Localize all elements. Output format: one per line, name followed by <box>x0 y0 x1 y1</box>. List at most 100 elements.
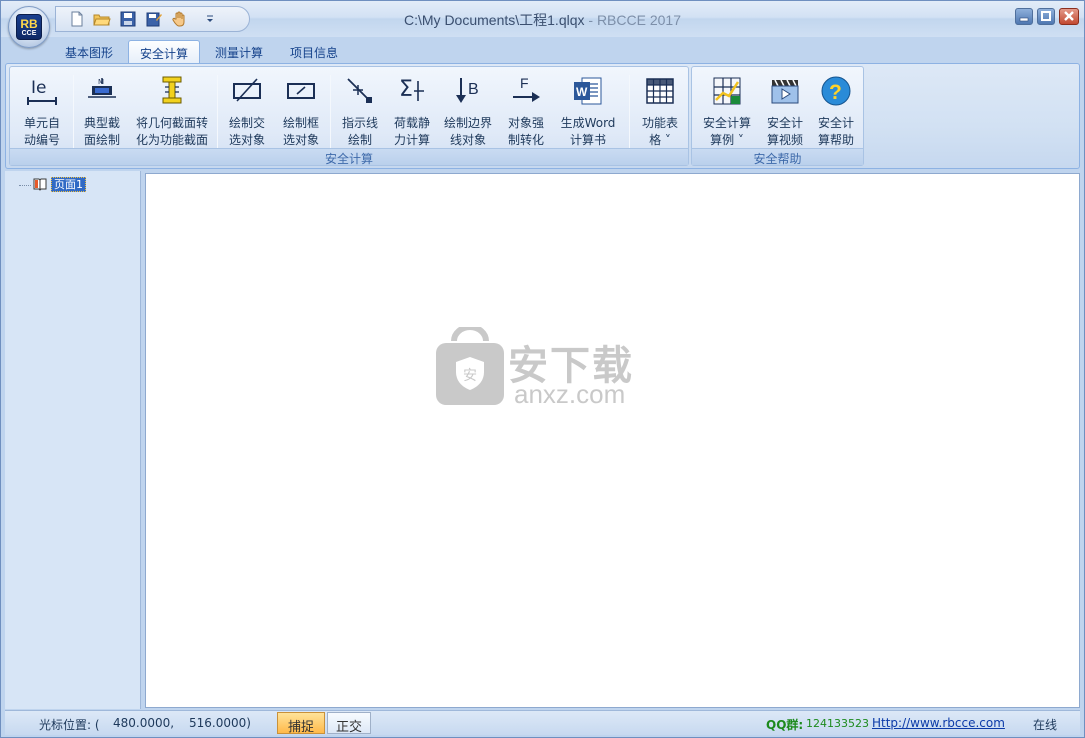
title-bar: C:\My Documents\工程1.qlqx - RBCCE 2017 <box>1 1 1084 37</box>
box-select-label-1: 绘制框 <box>282 116 319 130</box>
maximize-button[interactable] <box>1037 8 1055 25</box>
leader-line-label-2: 绘制 <box>347 133 372 147</box>
calc-examples-label-2: 算例 ˅ <box>710 133 744 147</box>
application-menu-button[interactable]: RB CCE <box>8 6 50 48</box>
box-select-label-2: 选对象 <box>282 133 319 147</box>
watermark: 安 安下载 anxz.com <box>434 327 674 417</box>
close-icon <box>1064 11 1074 21</box>
video-icon <box>771 79 799 104</box>
cursor-position-label: 光标位置: ( <box>39 718 100 732</box>
tab-survey-calc[interactable]: 测量计算 <box>203 40 275 64</box>
ribbon-group-label-safety-calc: 安全计算 <box>10 148 688 166</box>
cross-select-icon <box>233 78 261 102</box>
app-window: C:\My Documents\工程1.qlqx - RBCCE 2017 RB… <box>0 0 1085 738</box>
tab-project-info[interactable]: 项目信息 <box>278 40 350 64</box>
function-table-label-2: 格 ˅ <box>649 133 671 147</box>
tree-item-label[interactable]: 页面1 <box>51 177 86 192</box>
calc-video-label-1: 安全计 <box>766 116 803 130</box>
typical-section-button[interactable]: M 典型截 面绘制 <box>74 71 130 149</box>
force-convert-label-2: 制转化 <box>507 133 544 147</box>
app-logo-line2: CCE <box>21 30 37 37</box>
tab-safety-calc[interactable]: 安全计算 <box>128 40 200 64</box>
typical-section-label-1: 典型截 <box>83 116 120 130</box>
calc-video-label-2: 算视频 <box>766 133 803 147</box>
tree-connector-line <box>19 185 31 186</box>
generate-word-button[interactable]: W 生成Word 计算书 <box>555 71 621 149</box>
boundary-line-button[interactable]: B 绘制边界 线对象 <box>437 71 499 149</box>
snap-toggle-button[interactable]: 捕捉 <box>277 712 325 735</box>
typical-section-icon: M <box>88 78 116 98</box>
page-tree-pane: 页面1 <box>5 171 141 709</box>
ortho-toggle-button[interactable]: 正交 <box>327 712 371 735</box>
load-static-button[interactable]: Σ 荷载静 力计算 <box>387 71 437 149</box>
force-convert-icon: F <box>513 75 540 102</box>
status-bar: 光标位置: ( 480.0000, 516.0000) 捕捉 正交 QQ群: 1… <box>5 710 1080 735</box>
leader-line-icon <box>347 78 372 103</box>
qq-group-number: 124133523 <box>806 717 869 730</box>
box-select-button[interactable]: 绘制框 选对象 <box>274 71 328 149</box>
generate-word-label-2: 计算书 <box>569 133 606 147</box>
ribbon-group-safety-calc: Ie 单元自 动编号 M 典型截 面绘制 将几何截面转 化为功能截面 绘制交 选… <box>9 66 689 166</box>
window-title-app: - RBCCE 2017 <box>584 12 681 28</box>
ribbon-separator <box>629 75 630 149</box>
cross-select-button[interactable]: 绘制交 选对象 <box>220 71 274 149</box>
help-icon: ? <box>821 76 851 106</box>
function-table-button[interactable]: 功能表 格 ˅ <box>632 71 688 149</box>
svg-text:W: W <box>576 85 588 99</box>
example-chart-icon <box>713 77 741 105</box>
ribbon-group-safety-help: 安全计算 算例 ˅ 安全计 算视频 ? 安全计 算帮助 安全帮助 <box>691 66 864 166</box>
calc-examples-button[interactable]: 安全计算 算例 ˅ <box>694 71 760 149</box>
online-status: 在线 <box>1033 718 1058 732</box>
convert-section-label-1: 将几何截面转 <box>135 116 208 130</box>
svg-text:F: F <box>520 75 529 91</box>
drawing-canvas[interactable]: 安 安下载 anxz.com <box>145 173 1080 708</box>
minimize-icon <box>1019 17 1029 22</box>
svg-text:Ie: Ie <box>31 78 46 98</box>
svg-text:?: ? <box>829 81 842 104</box>
calc-examples-label-1: 安全计算 <box>702 116 751 130</box>
shield-bag-icon: 安 <box>436 327 504 405</box>
ribbon-separator <box>330 75 331 149</box>
element-numbering-icon: Ie <box>27 78 57 105</box>
convert-section-label-2: 化为功能截面 <box>135 133 208 147</box>
table-grid-icon <box>646 78 674 104</box>
app-logo-line1: RB <box>20 17 38 31</box>
word-icon: W <box>574 77 602 105</box>
boundary-line-label-1: 绘制边界 <box>443 116 492 130</box>
box-select-icon <box>287 83 315 99</box>
svg-text:B: B <box>468 81 479 98</box>
calc-help-button[interactable]: ? 安全计 算帮助 <box>810 71 862 149</box>
ribbon-group-label-safety-help: 安全帮助 <box>692 148 863 166</box>
calc-help-label-2: 算帮助 <box>817 133 854 147</box>
svg-text:M: M <box>98 78 104 86</box>
cursor-x-value: 480.0000, <box>113 716 175 730</box>
convert-section-button[interactable]: 将几何截面转 化为功能截面 <box>130 71 214 149</box>
ribbon-separator <box>217 75 218 149</box>
minimize-button[interactable] <box>1015 8 1033 25</box>
calc-video-button[interactable]: 安全计 算视频 <box>760 71 810 149</box>
app-logo: RB CCE <box>16 14 42 40</box>
ribbon: Ie 单元自 动编号 M 典型截 面绘制 将几何截面转 化为功能截面 绘制交 选… <box>5 63 1080 169</box>
tab-basic-shapes[interactable]: 基本图形 <box>53 40 125 64</box>
boundary-line-icon: B <box>456 78 479 103</box>
convert-section-icon <box>162 76 182 104</box>
svg-text:Σ: Σ <box>399 77 413 102</box>
load-static-icon: Σ <box>399 77 424 102</box>
leader-line-button[interactable]: 指示线 绘制 <box>333 71 387 149</box>
close-button[interactable] <box>1059 8 1079 25</box>
svg-text:安: 安 <box>463 368 477 384</box>
load-static-label-2: 力计算 <box>393 133 430 147</box>
load-static-label-1: 荷载静 <box>393 116 430 130</box>
element-numbering-button[interactable]: Ie 单元自 动编号 <box>12 71 72 149</box>
element-numbering-label-2: 动编号 <box>23 133 60 147</box>
element-numbering-label-1: 单元自 <box>23 116 60 130</box>
cross-select-label-1: 绘制交 <box>228 116 265 130</box>
typical-section-label-2: 面绘制 <box>83 133 120 147</box>
force-convert-button[interactable]: F 对象强 制转化 <box>499 71 553 149</box>
cross-select-label-2: 选对象 <box>228 133 265 147</box>
cursor-y-value: 516.0000) <box>189 716 251 730</box>
watermark-sub-text: anxz.com <box>514 379 626 409</box>
generate-word-label-1: 生成Word <box>560 116 616 130</box>
website-link[interactable]: Http://www.rbcce.com <box>872 716 1005 730</box>
boundary-line-label-2: 线对象 <box>449 133 486 147</box>
